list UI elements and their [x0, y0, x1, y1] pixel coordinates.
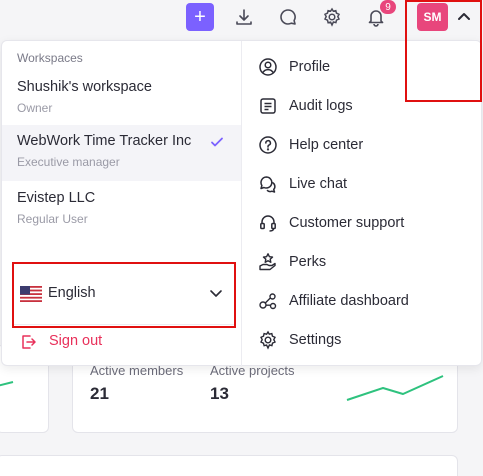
gear-icon — [323, 7, 341, 27]
menu-item-label: Affiliate dashboard — [289, 293, 409, 309]
background-card — [0, 455, 458, 476]
menu-item-affiliate-dashboard[interactable]: Affiliate dashboard — [258, 290, 468, 314]
workspace-name: WebWork Time Tracker Inc — [17, 133, 192, 149]
stat-value-members: 21 — [90, 384, 109, 403]
menu-item-settings[interactable]: Settings — [258, 329, 468, 353]
add-button[interactable]: + — [186, 3, 214, 31]
sign-out-label: Sign out — [49, 333, 103, 349]
workspace-item[interactable]: Evistep LLC Regular User — [2, 182, 241, 238]
notification-count-badge: 9 — [380, 0, 396, 14]
sparkline-chart — [0, 381, 14, 387]
settings-button[interactable] — [318, 3, 346, 31]
workspaces-heading: Workspaces — [17, 51, 83, 65]
stat-value-projects: 13 — [210, 384, 229, 403]
menu-item-label: Customer support — [289, 215, 405, 231]
chevron-down-icon — [210, 290, 222, 297]
menu-item-label: Help center — [289, 137, 364, 153]
highlight-box — [405, 0, 482, 102]
menu-item-perks[interactable]: Perks — [258, 251, 468, 275]
language-selector[interactable]: English — [12, 262, 236, 328]
workspace-role: Owner — [17, 101, 53, 115]
headset-icon — [260, 215, 276, 232]
gear-icon — [260, 330, 276, 350]
check-icon — [211, 137, 223, 147]
help-circle-icon — [259, 136, 277, 154]
menu-item-help-center[interactable]: Help center — [258, 134, 468, 158]
divider — [14, 324, 234, 325]
hand-star-icon — [259, 253, 276, 271]
workspace-item-active[interactable]: WebWork Time Tracker Inc Executive manag… — [2, 125, 241, 181]
language-label: English — [48, 285, 96, 301]
chat-button[interactable] — [274, 3, 302, 31]
menu-item-customer-support[interactable]: Customer support — [258, 212, 468, 236]
notifications-button[interactable]: 9 — [362, 0, 396, 31]
workspace-name: Shushik's workspace — [17, 79, 152, 95]
menu-item-label: Profile — [289, 59, 331, 75]
download-icon — [236, 9, 252, 25]
menu-item-label: Perks — [289, 254, 327, 270]
chat-bubbles-icon — [260, 176, 276, 193]
menu-item-live-chat[interactable]: Live chat — [258, 173, 468, 197]
workspace-name: Evistep LLC — [17, 190, 96, 206]
workspace-role: Executive manager — [17, 155, 120, 169]
column-divider — [241, 41, 242, 367]
user-circle-icon — [259, 58, 277, 76]
menu-item-label: Settings — [289, 332, 342, 348]
download-button[interactable] — [230, 3, 258, 31]
plus-icon: + — [194, 6, 206, 28]
workspace-role: Regular User — [17, 212, 88, 226]
sparkline-chart — [346, 375, 444, 401]
document-list-icon — [260, 98, 276, 114]
workspace-item[interactable]: Shushik's workspace Owner — [2, 71, 241, 127]
chat-bubble-icon — [280, 9, 296, 25]
affiliate-network-icon — [259, 293, 277, 310]
menu-item-label: Audit logs — [289, 98, 353, 114]
us-flag-icon — [20, 286, 42, 302]
sign-out-icon — [22, 335, 36, 349]
menu-item-label: Live chat — [289, 176, 348, 192]
